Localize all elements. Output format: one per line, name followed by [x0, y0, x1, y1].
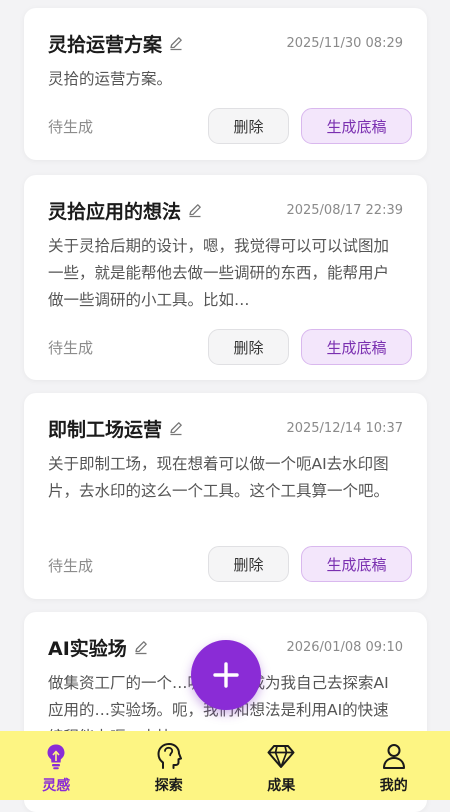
card-title: 灵拾应用的想法: [48, 197, 181, 224]
tab-label: 探索: [155, 775, 183, 795]
note-card[interactable]: 灵拾运营方案 2025/11/30 08:29 灵拾的运营方案。 待生成 删除 …: [24, 8, 427, 160]
delete-button[interactable]: 删除: [208, 329, 289, 365]
head-icon: [154, 741, 184, 771]
card-date: 2026/01/08 09:10: [286, 640, 403, 655]
delete-button[interactable]: 删除: [208, 546, 289, 582]
card-header: 即制工场运营 2025/12/14 10:37: [48, 411, 403, 445]
card-body: 灵拾的运营方案。: [48, 66, 403, 93]
bulb-icon: [41, 741, 71, 771]
user-icon: [379, 741, 409, 771]
delete-button[interactable]: 删除: [208, 108, 289, 144]
tab-explore[interactable]: 探索: [113, 731, 226, 800]
card-body: 关于即制工场，现在想着可以做一个呃AI去水印图片，去水印的这么一个工具。这个工具…: [48, 451, 403, 505]
card-date: 2025/11/30 08:29: [286, 36, 403, 51]
generate-draft-button[interactable]: 生成底稿: [301, 108, 412, 144]
edit-icon[interactable]: [133, 639, 149, 655]
edit-icon[interactable]: [187, 202, 203, 218]
card-body: 关于灵拾后期的设计，嗯，我觉得可以可以试图加一些，就是能帮他去做一些调研的东西，…: [48, 233, 403, 314]
card-title: AI实验场: [48, 634, 127, 661]
edit-icon[interactable]: [168, 420, 184, 436]
plus-icon: [211, 660, 241, 690]
status-text: 待生成: [48, 337, 93, 358]
card-header: 灵拾运营方案 2025/11/30 08:29: [48, 26, 403, 60]
card-title: 灵拾运营方案: [48, 30, 162, 57]
tab-inspiration[interactable]: 灵感: [0, 731, 113, 800]
card-header: 灵拾应用的想法 2025/08/17 22:39: [48, 193, 403, 227]
card-date: 2025/12/14 10:37: [286, 421, 403, 436]
bottom-tab-bar: 灵感 探索 成果 我的: [0, 731, 450, 800]
generate-draft-button[interactable]: 生成底稿: [301, 329, 412, 365]
tab-results[interactable]: 成果: [225, 731, 338, 800]
tab-label: 我的: [380, 775, 408, 795]
generate-draft-button[interactable]: 生成底稿: [301, 546, 412, 582]
edit-icon[interactable]: [168, 35, 184, 51]
tab-mine[interactable]: 我的: [338, 731, 450, 800]
note-card[interactable]: 即制工场运营 2025/12/14 10:37 关于即制工场，现在想着可以做一个…: [24, 393, 427, 599]
card-title: 即制工场运营: [48, 415, 162, 442]
card-date: 2025/08/17 22:39: [286, 203, 403, 218]
status-text: 待生成: [48, 555, 93, 576]
status-text: 待生成: [48, 116, 93, 137]
note-card[interactable]: 灵拾应用的想法 2025/08/17 22:39 关于灵拾后期的设计，嗯，我觉得…: [24, 175, 427, 380]
tab-label: 灵感: [42, 775, 70, 795]
diamond-icon: [266, 741, 296, 771]
add-note-button[interactable]: [191, 640, 261, 710]
tab-label: 成果: [267, 775, 295, 795]
